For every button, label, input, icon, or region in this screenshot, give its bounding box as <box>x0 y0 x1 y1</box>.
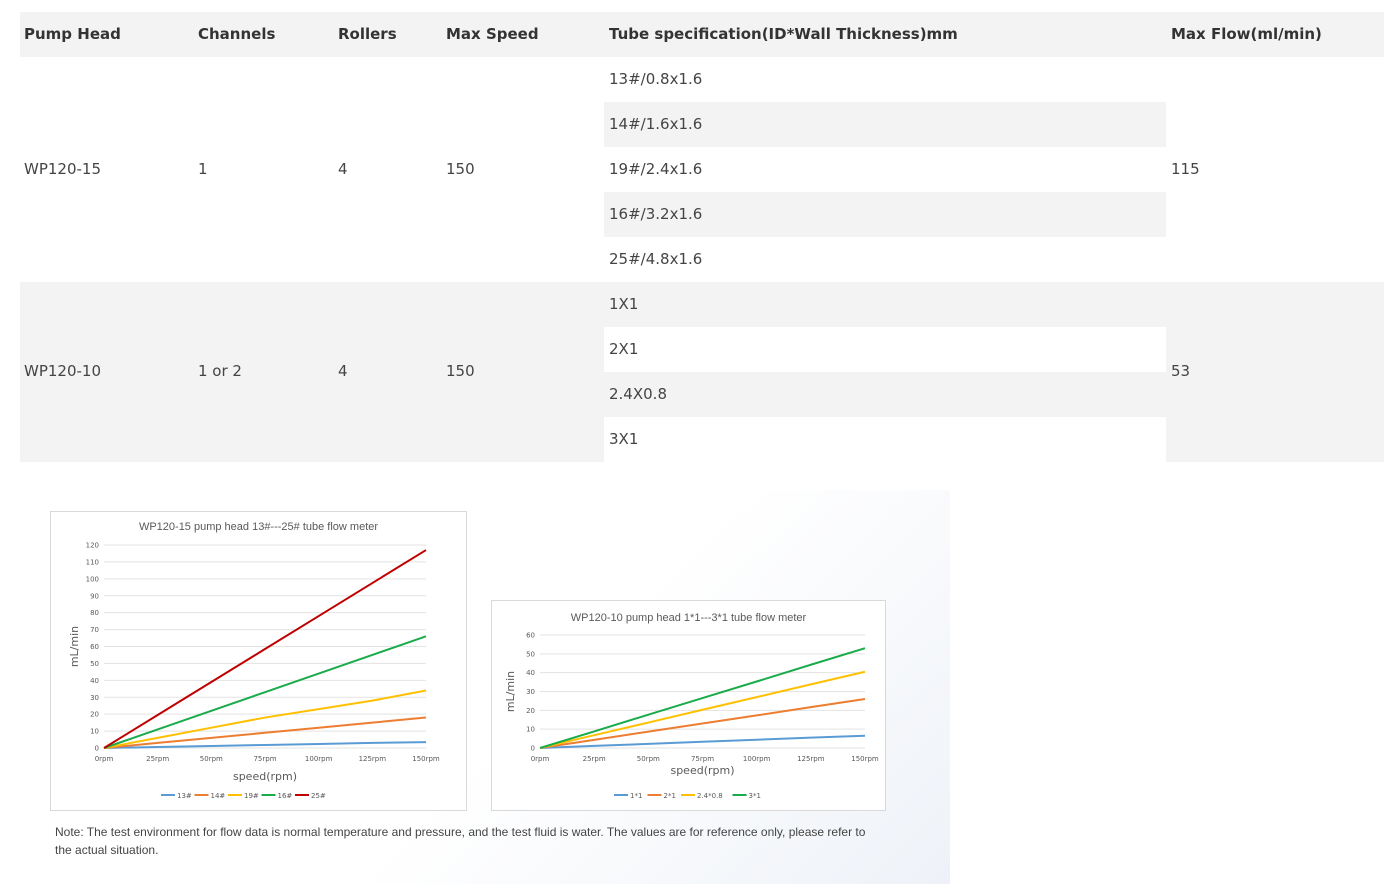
x-tick-label: 125rpm <box>797 755 825 763</box>
tube-spec-cell: 13#/0.8x1.6 <box>604 57 1166 102</box>
y-tick-label: 40 <box>90 677 99 685</box>
max-flow-cell: 115 <box>1171 160 1200 178</box>
header-channels: Channels <box>198 25 276 43</box>
y-tick-label: 10 <box>526 726 535 734</box>
y-tick-label: 30 <box>526 688 535 696</box>
rollers-cell: 4 <box>338 160 348 178</box>
legend-label: 19# <box>244 792 259 800</box>
table-row: WP120-10 1 or 2 4 150 1X1 2X1 2.4X0.8 3X… <box>20 282 1384 462</box>
pump-spec-table: Pump Head Channels Rollers Max Speed Tub… <box>20 12 1384 462</box>
y-tick-label: 90 <box>90 592 99 600</box>
pump-head-cell: WP120-15 <box>24 160 102 178</box>
chart-title: WP120-10 pump head 1*1---3*1 tube flow m… <box>571 612 807 624</box>
y-tick-label: 20 <box>90 711 99 719</box>
x-tick-label: 0rpm <box>531 755 550 763</box>
legend-label: 13# <box>177 792 192 800</box>
tube-spec-cell: 16#/3.2x1.6 <box>604 192 1166 237</box>
y-tick-label: 120 <box>86 542 99 550</box>
table-header: Pump Head Channels Rollers Max Speed Tub… <box>20 12 1384 57</box>
y-tick-label: 80 <box>90 609 99 617</box>
y-tick-label: 0 <box>531 745 535 753</box>
legend-label: 3*1 <box>749 792 761 800</box>
tube-spec-cell: 2X1 <box>604 327 1166 372</box>
rollers-cell: 4 <box>338 362 348 380</box>
x-axis-label: speed(rpm) <box>670 764 734 777</box>
tube-spec-cell: 3X1 <box>604 417 1166 462</box>
y-tick-label: 110 <box>86 558 99 566</box>
chart-wp120-15: WP120-15 pump head 13#---25# tube flow m… <box>50 511 467 811</box>
y-tick-label: 60 <box>90 643 99 651</box>
y-tick-label: 50 <box>526 650 535 658</box>
legend-label: 25# <box>311 792 326 800</box>
series-line-1*1 <box>539 734 866 749</box>
header-rollers: Rollers <box>338 25 397 43</box>
tube-spec-cell: 19#/2.4x1.6 <box>604 147 1166 192</box>
chart-svg: WP120-10 pump head 1*1---3*1 tube flow m… <box>504 612 879 800</box>
tube-spec-cell: 25#/4.8x1.6 <box>604 237 1166 282</box>
x-tick-label: 150rpm <box>412 755 440 763</box>
pump-head-cell: WP120-10 <box>24 362 102 380</box>
y-axis-label: mL/min <box>68 626 81 667</box>
header-tube-spec: Tube specification(ID*Wall Thickness)mm <box>609 25 958 43</box>
x-tick-label: 50rpm <box>200 755 223 763</box>
y-tick-label: 70 <box>90 626 99 634</box>
header-max-flow: Max Flow(ml/min) <box>1171 25 1322 43</box>
x-tick-label: 25rpm <box>146 755 169 763</box>
x-tick-label: 125rpm <box>359 755 387 763</box>
legend-label: 2.4*0.8 <box>697 792 723 800</box>
header-max-speed: Max Speed <box>446 25 539 43</box>
y-tick-label: 30 <box>90 694 99 702</box>
y-tick-label: 50 <box>90 660 99 668</box>
x-tick-label: 50rpm <box>637 755 660 763</box>
x-tick-label: 25rpm <box>583 755 606 763</box>
max-flow-cell: 53 <box>1171 362 1191 380</box>
tube-spec-cell: 1X1 <box>604 282 1166 327</box>
y-tick-label: 10 <box>90 728 99 736</box>
x-tick-label: 0rpm <box>95 755 114 763</box>
legend-label: 1*1 <box>630 792 642 800</box>
chart-svg: WP120-15 pump head 13#---25# tube flow m… <box>68 521 440 800</box>
max-speed-cell: 150 <box>446 362 475 380</box>
channels-cell: 1 or 2 <box>198 362 242 380</box>
x-axis-label: speed(rpm) <box>233 770 297 783</box>
y-tick-label: 40 <box>526 669 535 677</box>
x-tick-label: 100rpm <box>305 755 333 763</box>
channels-cell: 1 <box>198 160 208 178</box>
x-tick-label: 150rpm <box>851 755 879 763</box>
test-note: Note: The test environment for flow data… <box>55 825 866 857</box>
x-tick-label: 75rpm <box>691 755 714 763</box>
y-tick-label: 20 <box>526 707 535 715</box>
header-pump-head: Pump Head <box>24 25 121 43</box>
y-axis-label: mL/min <box>504 671 517 712</box>
y-tick-label: 100 <box>86 575 99 583</box>
legend-label: 14# <box>211 792 226 800</box>
tube-spec-cell: 2.4X0.8 <box>604 372 1166 417</box>
max-speed-cell: 150 <box>446 160 475 178</box>
chart-wp120-10: WP120-10 pump head 1*1---3*1 tube flow m… <box>491 600 886 811</box>
y-tick-label: 60 <box>526 632 535 640</box>
x-tick-label: 75rpm <box>253 755 276 763</box>
tube-spec-cell: 14#/1.6x1.6 <box>604 102 1166 147</box>
chart-title: WP120-15 pump head 13#---25# tube flow m… <box>139 521 378 533</box>
series-line-3*1 <box>539 647 866 749</box>
y-tick-label: 0 <box>95 745 99 753</box>
table-row: WP120-15 1 4 150 13#/0.8x1.6 14#/1.6x1.6… <box>20 57 1384 282</box>
series-line-2*1 <box>539 698 866 749</box>
legend-label: 16# <box>278 792 293 800</box>
x-tick-label: 100rpm <box>743 755 771 763</box>
legend-label: 2*1 <box>664 792 676 800</box>
